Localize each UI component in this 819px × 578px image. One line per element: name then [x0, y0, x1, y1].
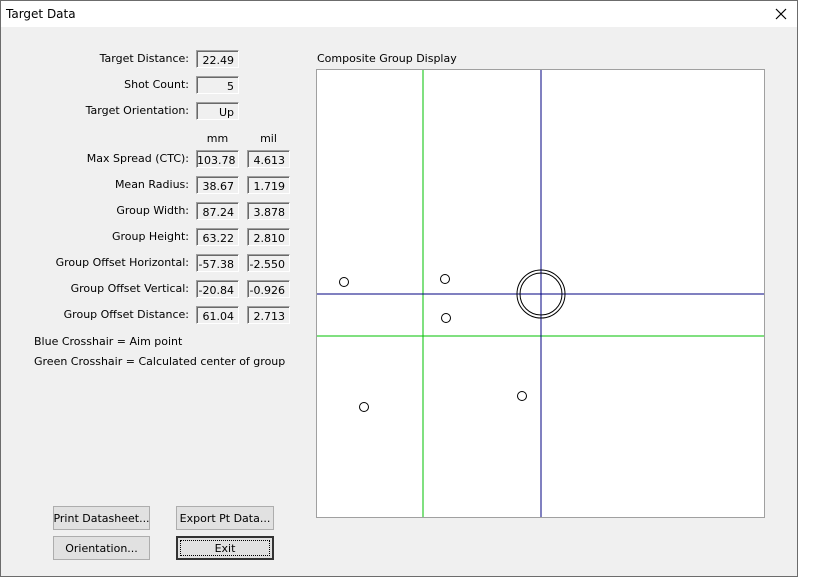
print-datasheet-button[interactable]: Print Datasheet...	[53, 506, 150, 530]
group-offset-horizontal-label: Group Offset Horizontal:	[55, 256, 189, 269]
group-height-mil: 2.810	[247, 228, 290, 246]
max-spread-mil: 4.613	[247, 150, 290, 168]
mean-radius-mil: 1.719	[247, 176, 290, 194]
group-offset-vertical-mm: -20.84	[196, 280, 239, 298]
group-width-label: Group Width:	[116, 204, 189, 217]
legend-blue-crosshair: Blue Crosshair = Aim point	[34, 335, 183, 348]
group-offset-distance-label: Group Offset Distance:	[63, 308, 189, 321]
export-pt-data-label: Export Pt Data...	[179, 511, 271, 525]
target-distance-label: Target Distance:	[99, 52, 189, 65]
exit-button[interactable]: Exit	[176, 536, 274, 560]
print-datasheet-label: Print Datasheet...	[53, 511, 150, 525]
group-offset-vertical-mil: -0.926	[247, 280, 290, 298]
group-width-mil: 3.878	[247, 202, 290, 220]
group-offset-horizontal-mil: -2.550	[247, 254, 290, 272]
orientation-label: Orientation...	[65, 541, 138, 555]
mean-radius-mm: 38.67	[196, 176, 239, 194]
group-plot	[317, 70, 764, 517]
shot-marker	[517, 391, 527, 401]
target-orientation-value: Up	[196, 102, 239, 120]
group-offset-vertical-label: Group Offset Vertical:	[70, 282, 189, 295]
max-spread-label: Max Spread (CTC):	[86, 152, 189, 165]
export-pt-data-button[interactable]: Export Pt Data...	[176, 506, 274, 530]
group-width-mm: 87.24	[196, 202, 239, 220]
group-height-mm: 63.22	[196, 228, 239, 246]
window-title: Target Data	[6, 7, 76, 21]
orientation-button[interactable]: Orientation...	[53, 536, 150, 560]
close-button[interactable]	[765, 1, 797, 27]
shot-marker	[441, 313, 451, 323]
close-icon	[775, 8, 787, 20]
shot-marker	[359, 402, 369, 412]
group-height-label: Group Height:	[111, 230, 189, 243]
target-distance-value: 22.49	[196, 50, 239, 68]
focus-rectangle	[180, 540, 270, 556]
group-offset-distance-mil: 2.713	[247, 306, 290, 324]
shot-count-label: Shot Count:	[124, 78, 189, 91]
mean-radius-label: Mean Radius:	[114, 178, 189, 191]
target-orientation-label: Target Orientation:	[85, 104, 189, 117]
group-offset-horizontal-mm: -57.38	[196, 254, 239, 272]
column-header-mil: mil	[260, 132, 277, 145]
shot-marker	[339, 277, 349, 287]
group-offset-distance-mm: 61.04	[196, 306, 239, 324]
title-bar: Target Data	[1, 1, 797, 27]
composite-group-display-title: Composite Group Display	[317, 52, 457, 65]
column-header-mm: mm	[206, 132, 229, 145]
shot-count-value: 5	[196, 76, 239, 94]
target-data-dialog: Target Data Target Distance: 22.49 Shot …	[0, 0, 798, 577]
legend-green-crosshair: Green Crosshair = Calculated center of g…	[34, 355, 286, 368]
max-spread-mm: 103.78	[196, 150, 239, 168]
shot-marker	[440, 274, 450, 284]
composite-group-display	[316, 69, 765, 518]
